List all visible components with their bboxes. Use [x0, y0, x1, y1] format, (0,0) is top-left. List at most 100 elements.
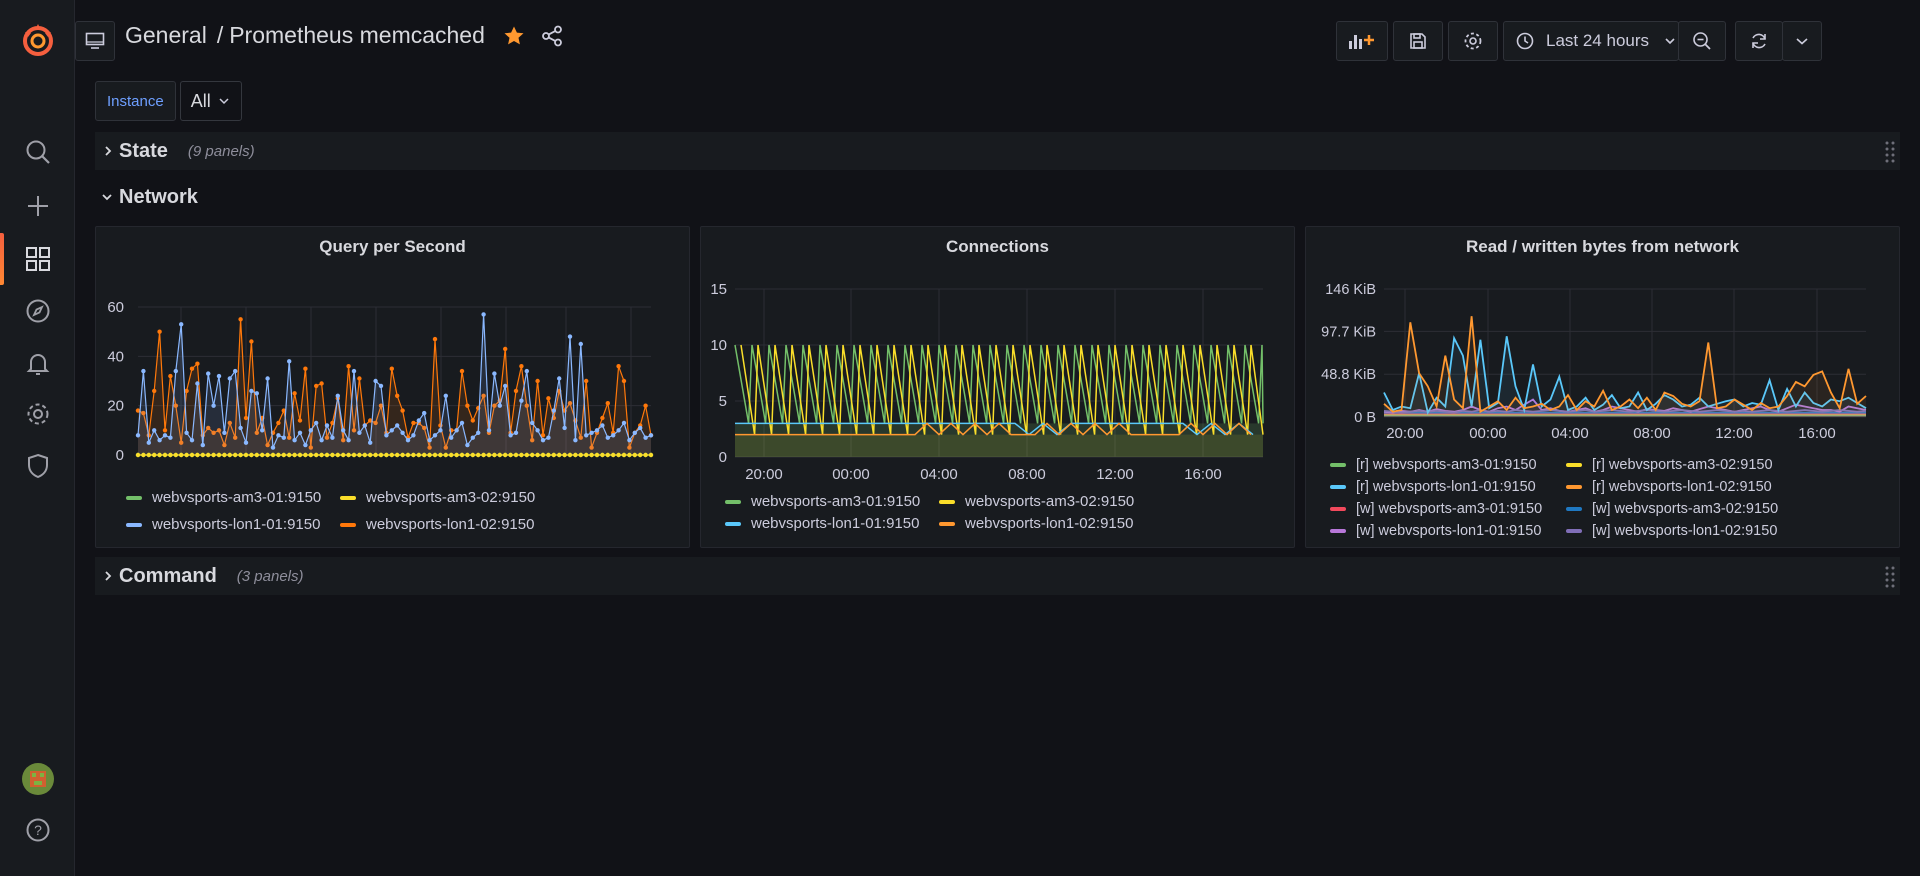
- settings-button[interactable]: [1448, 21, 1498, 61]
- time-picker-button[interactable]: Last 24 hours: [1503, 21, 1679, 61]
- legend-item[interactable]: [r] webvsports-lon1-02:9150: [1566, 479, 1772, 495]
- zoom-out-button[interactable]: [1678, 21, 1726, 61]
- variable-bar: Instance All: [95, 81, 242, 121]
- data-point: [643, 435, 648, 440]
- legend-label: [w] webvsports-am3-01:9150: [1356, 501, 1543, 517]
- legend-item[interactable]: webvsports-am3-02:9150: [340, 489, 535, 506]
- data-point: [400, 408, 405, 413]
- data-point: [281, 435, 286, 440]
- data-point: [427, 438, 432, 443]
- legend-item[interactable]: [r] webvsports-am3-01:9150: [1330, 457, 1537, 473]
- data-point: [238, 425, 243, 431]
- legend-item[interactable]: webvsports-lon1-02:9150: [340, 516, 534, 533]
- shield-icon[interactable]: [0, 446, 75, 486]
- drag-handle-icon[interactable]: [1884, 565, 1896, 589]
- panel-read-written-bytes[interactable]: Read / written bytes from network 0 B 48.…: [1305, 226, 1900, 548]
- data-point: [179, 452, 184, 458]
- data-point: [519, 452, 524, 458]
- y-tick-label: 15: [710, 281, 727, 298]
- data-point: [578, 452, 583, 458]
- data-point: [605, 452, 610, 458]
- data-point: [357, 430, 362, 435]
- legend-item[interactable]: [w] webvsports-lon1-02:9150: [1566, 523, 1777, 539]
- avatar[interactable]: [0, 759, 75, 799]
- chart-connections: 0 5 10 15 20:00 00:00 04:00 08:00 12:00 16:00: [710, 281, 1264, 483]
- legend-item[interactable]: webvsports-lon1-02:9150: [939, 515, 1133, 532]
- data-point: [238, 452, 243, 458]
- compass-icon[interactable]: [0, 291, 75, 331]
- legend-item[interactable]: webvsports-lon1-01:9150: [126, 516, 320, 533]
- data-point: [508, 433, 513, 438]
- panel-connections[interactable]: Connections 0 5 10 15 20:00 00:00 04:00 08:00 12…: [700, 226, 1295, 548]
- gear-icon[interactable]: [0, 394, 75, 434]
- data-point: [427, 452, 432, 458]
- data-point: [470, 418, 475, 423]
- row-network[interactable]: Network: [95, 178, 1900, 216]
- refresh-icon: [1752, 33, 1766, 49]
- dashboard-title[interactable]: Prometheus memcached: [229, 22, 485, 49]
- data-point: [152, 388, 157, 394]
- refresh-interval-dropdown[interactable]: [1782, 21, 1822, 61]
- data-point: [405, 438, 411, 443]
- drag-handle-icon[interactable]: [1884, 140, 1896, 164]
- data-point: [486, 452, 492, 458]
- x-tick-label: 12:00: [1096, 466, 1134, 483]
- data-point: [330, 435, 335, 440]
- legend-swatch: [340, 495, 356, 500]
- share-icon[interactable]: [541, 25, 563, 47]
- data-point: [389, 366, 394, 371]
- panel-query-per-second[interactable]: Query per Second 020406021:0000:0003:000…: [95, 226, 690, 548]
- breadcrumb-folder[interactable]: General: [125, 22, 207, 49]
- legend-label: [r] webvsports-lon1-02:9150: [1592, 479, 1772, 495]
- data-point: [238, 317, 243, 322]
- data-point: [567, 334, 573, 339]
- legend-swatch: [1566, 529, 1582, 533]
- data-point: [638, 452, 643, 458]
- data-point: [459, 368, 465, 374]
- legend-item[interactable]: [w] webvsports-am3-02:9150: [1566, 501, 1778, 517]
- legend-label: webvsports-lon1-01:9150: [751, 515, 920, 532]
- legend-item[interactable]: [w] webvsports-lon1-01:9150: [1330, 523, 1541, 539]
- x-tick-label: 04:00: [920, 466, 958, 483]
- bell-icon[interactable]: [0, 343, 75, 383]
- data-point: [600, 415, 605, 421]
- data-point: [422, 410, 427, 416]
- data-point: [648, 433, 654, 438]
- dashboards-icon[interactable]: [0, 239, 75, 279]
- data-point: [411, 433, 416, 438]
- data-point: [297, 452, 303, 458]
- legend-item[interactable]: webvsports-am3-01:9150: [725, 493, 920, 510]
- row-state[interactable]: State (9 panels): [95, 132, 1900, 170]
- legend-label: webvsports-am3-01:9150: [152, 489, 322, 506]
- data-point: [157, 452, 162, 458]
- data-point: [189, 452, 195, 458]
- legend-item[interactable]: webvsports-am3-01:9150: [126, 489, 321, 506]
- variable-select-instance[interactable]: All: [179, 81, 242, 121]
- grafana-logo-icon[interactable]: [0, 20, 75, 60]
- help-icon[interactable]: ?: [0, 810, 75, 850]
- save-button[interactable]: [1393, 21, 1443, 61]
- data-point: [535, 378, 540, 384]
- data-point: [621, 452, 627, 458]
- data-point: [389, 452, 394, 458]
- refresh-button[interactable]: [1735, 21, 1783, 61]
- search-icon[interactable]: [0, 132, 75, 172]
- data-point: [168, 435, 173, 440]
- tv-mode-button[interactable]: [75, 21, 115, 61]
- legend-item[interactable]: webvsports-am3-02:9150: [939, 493, 1134, 510]
- plus-icon[interactable]: [0, 186, 75, 226]
- legend-label: webvsports-am3-01:9150: [751, 493, 921, 510]
- add-panel-button[interactable]: [1336, 21, 1388, 61]
- legend-item[interactable]: [w] webvsports-am3-01:9150: [1330, 501, 1542, 517]
- legend-item[interactable]: [r] webvsports-am3-02:9150: [1566, 457, 1773, 473]
- time-range-label: Last 24 hours: [1546, 31, 1650, 50]
- data-point: [600, 423, 605, 428]
- legend-swatch: [939, 521, 955, 526]
- legend-item[interactable]: [r] webvsports-lon1-01:9150: [1330, 479, 1536, 495]
- x-tick-label: 16:00: [1798, 425, 1836, 442]
- data-point: [486, 428, 492, 433]
- row-command[interactable]: Command (3 panels): [95, 557, 1900, 595]
- legend-item[interactable]: webvsports-lon1-01:9150: [725, 515, 919, 532]
- data-point: [616, 428, 621, 433]
- star-icon[interactable]: [503, 25, 525, 47]
